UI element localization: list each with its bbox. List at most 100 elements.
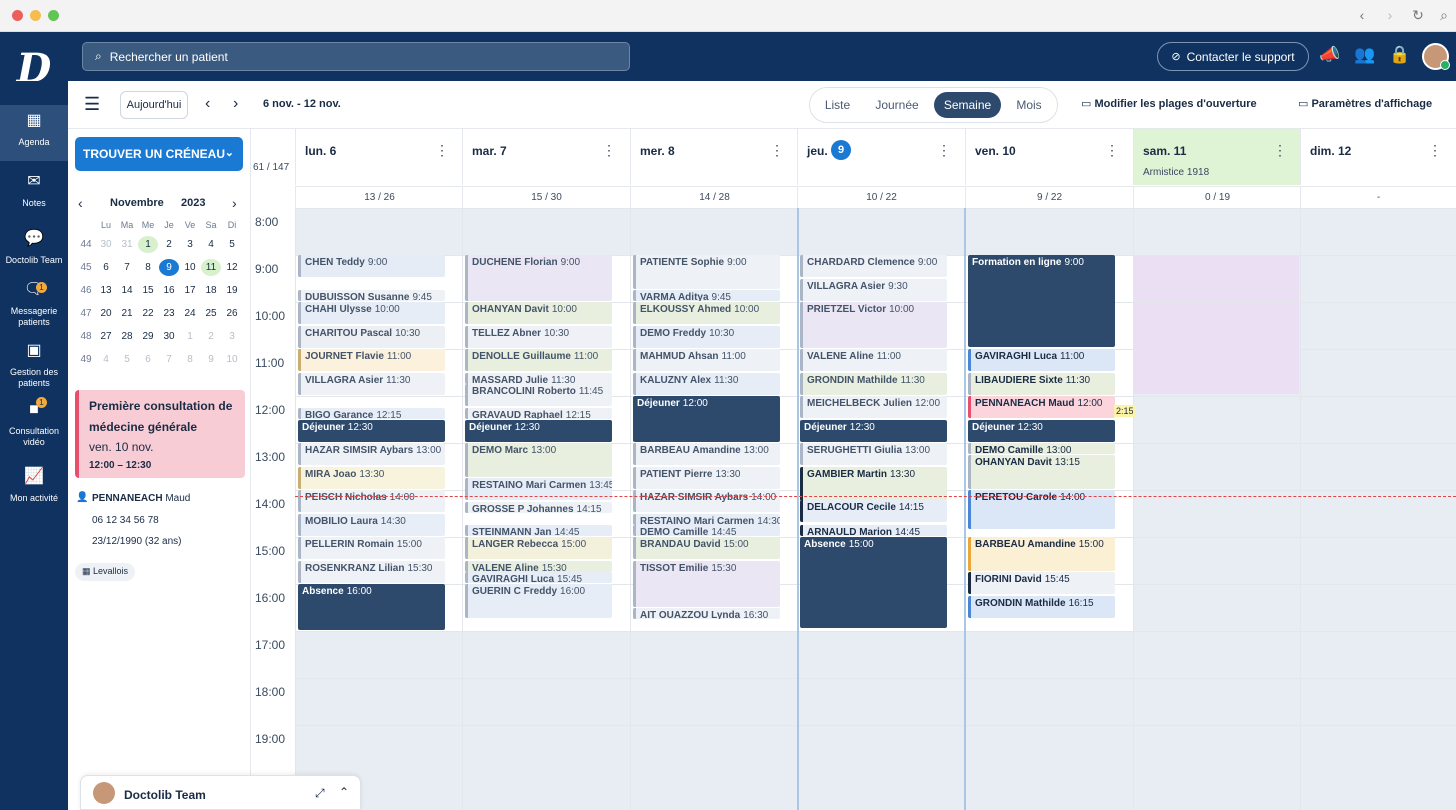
- appointment-block[interactable]: GAVIRAGHI Luca 15:45: [465, 572, 612, 584]
- mini-cal-day[interactable]: 31: [117, 236, 137, 253]
- appointment-block[interactable]: RESTAINO Mari Carmen 14:30: [633, 513, 780, 525]
- next-month-button[interactable]: ›: [232, 195, 237, 211]
- appointment-block[interactable]: FIORINI David 15:45: [968, 572, 1115, 595]
- appointment-block[interactable]: HAZAR SIMSIR Aybars 13:00: [298, 443, 445, 465]
- mini-cal-day[interactable]: 29: [138, 328, 158, 345]
- contact-support-button[interactable]: ⊘ Contacter le support: [1157, 42, 1309, 71]
- appointment-block[interactable]: MEICHELBECK Julien 12:00: [800, 396, 947, 418]
- appointment-block[interactable]: DEMO Camille 13:00: [968, 443, 1115, 454]
- mini-cal-day[interactable]: 10: [222, 351, 242, 368]
- mini-cal-day[interactable]: 14: [117, 282, 137, 299]
- lunch-block[interactable]: Déjeuner 12:00: [633, 396, 780, 442]
- lunch-block[interactable]: Déjeuner 12:30: [968, 419, 1115, 442]
- appointment-block[interactable]: GUERIN C Freddy 16:00: [465, 584, 612, 618]
- day-menu-icon[interactable]: ⋮: [435, 142, 449, 159]
- lock-icon[interactable]: 🔒: [1388, 45, 1412, 69]
- team-icon[interactable]: 👥: [1353, 45, 1377, 69]
- day-menu-icon[interactable]: ⋮: [602, 142, 616, 159]
- appointment-block[interactable]: VALENE Aline 15:30: [465, 560, 612, 572]
- search-icon[interactable]: ⌕: [1436, 7, 1452, 24]
- mini-cal-day[interactable]: 2: [159, 236, 179, 253]
- day-menu-icon[interactable]: ⋮: [937, 142, 951, 159]
- appointment-block[interactable]: MAHMUD Ahsan 11:00: [633, 349, 780, 371]
- mini-cal-day[interactable]: 6: [138, 351, 158, 368]
- lunch-block[interactable]: Déjeuner 12:30: [298, 419, 445, 442]
- appointment-block[interactable]: DEMO Freddy 10:30: [633, 325, 780, 348]
- mini-cal-day[interactable]: 8: [138, 259, 158, 276]
- appointment-block[interactable]: ELKOUSSY Ahmed 10:00: [633, 302, 780, 324]
- day-header[interactable]: lun. 6 ⋮: [295, 129, 463, 185]
- view-month-button[interactable]: Mois: [1006, 92, 1052, 118]
- mini-cal-day[interactable]: 28: [117, 328, 137, 345]
- display-settings-button[interactable]: ▭ Paramètres d'affichage: [1298, 97, 1432, 110]
- appointment-block[interactable]: PATIENT Pierre 13:30: [633, 466, 780, 489]
- open-slot-block[interactable]: [1134, 255, 1299, 394]
- appointment-block[interactable]: AIT OUAZZOU Lynda 16:30: [633, 607, 780, 619]
- view-week-button[interactable]: Semaine: [934, 92, 1001, 118]
- appointment-block[interactable]: ARNAULD Marion 14:45: [800, 525, 947, 537]
- day-header[interactable]: mer. 8 ⋮: [630, 129, 798, 185]
- mini-cal-day[interactable]: 11: [201, 259, 221, 276]
- appointment-block[interactable]: GAVIRAGHI Luca 11:00: [968, 349, 1115, 371]
- mini-cal-day[interactable]: 25: [201, 305, 221, 322]
- appointment-block[interactable]: LIBAUDIERE Sixte 11:30: [968, 372, 1115, 395]
- appointment-block[interactable]: OHANYAN Davit 10:00: [465, 302, 612, 324]
- next-week-button[interactable]: ›: [233, 95, 238, 113]
- appointment-block[interactable]: VILLAGRA Asier 11:30: [298, 372, 445, 395]
- absence-block[interactable]: Absence 16:00: [298, 584, 445, 630]
- sidebar-item-messagerie[interactable]: 🗨 Messagerie patients 1: [0, 282, 68, 328]
- absence-block[interactable]: Absence 15:00: [800, 537, 947, 628]
- appointment-block[interactable]: HAZAR SIMSIR Aybars 14:00: [633, 490, 780, 512]
- appointment-block[interactable]: JOURNET Flavie 11:00: [298, 349, 445, 371]
- appointment-block[interactable]: SERUGHETTI Giulia 13:00: [800, 443, 947, 465]
- mini-cal-day[interactable]: 19: [222, 282, 242, 299]
- mini-cal-day[interactable]: 13: [96, 282, 116, 299]
- mini-cal-day[interactable]: 4: [201, 236, 221, 253]
- sidebar-item-gestion-patients[interactable]: ▣ Gestion des patients: [0, 343, 68, 389]
- appointment-block[interactable]: BRANCOLINI Roberto 11:45: [465, 384, 612, 407]
- minimize-window-button[interactable]: [30, 10, 41, 21]
- prev-month-button[interactable]: ‹: [78, 195, 83, 211]
- forward-icon[interactable]: ›: [1382, 7, 1398, 23]
- mini-cal-day[interactable]: 26: [222, 305, 242, 322]
- mini-cal-day[interactable]: 3: [180, 236, 200, 253]
- appointment-block[interactable]: CHAHI Ulysse 10:00: [298, 302, 445, 324]
- day-menu-icon[interactable]: ⋮: [1428, 142, 1442, 159]
- appointment-block[interactable]: BRANDAU David 15:00: [633, 537, 780, 559]
- appointment-block[interactable]: TISSOT Emilie 15:30: [633, 560, 780, 607]
- day-header[interactable]: ven. 10 ⋮: [965, 129, 1133, 185]
- appointment-block[interactable]: CHEN Teddy 9:00: [298, 255, 445, 277]
- sidebar-item-agenda[interactable]: ▦ Agenda: [0, 105, 68, 161]
- appointment-block[interactable]: Formation en ligne 9:00: [968, 255, 1115, 347]
- team-chat-bar[interactable]: Doctolib Team ⤢ ⌃: [80, 775, 361, 810]
- patient-name[interactable]: PENNANEACH Maud: [92, 493, 190, 504]
- mini-cal-day[interactable]: 23: [159, 305, 179, 322]
- mini-cal-day[interactable]: 20: [96, 305, 116, 322]
- appointment-block[interactable]: PENNANEACH Maud 12:00: [968, 396, 1115, 418]
- appointment-block[interactable]: KALUZNY Alex 11:30: [633, 372, 780, 395]
- mini-cal-day[interactable]: 5: [222, 236, 242, 253]
- mini-cal-day[interactable]: 27: [96, 328, 116, 345]
- lunch-block[interactable]: Déjeuner 12:30: [800, 419, 947, 442]
- edit-hours-button[interactable]: ▭ Modifier les plages d'ouverture: [1081, 97, 1257, 110]
- appointment-block[interactable]: BARBEAU Amandine 13:00: [633, 443, 780, 465]
- appointment-block[interactable]: GROSSE P Johannes 14:15: [465, 501, 612, 513]
- view-day-button[interactable]: Journée: [866, 92, 928, 118]
- mini-cal-day[interactable]: 9: [159, 259, 179, 276]
- sidebar-item-notes[interactable]: ✉ Notes: [0, 174, 68, 209]
- appointment-block[interactable]: PEISCH Nicholas 14:00: [298, 490, 445, 512]
- appointment-block[interactable]: LANGER Rebecca 15:00: [465, 537, 612, 559]
- close-window-button[interactable]: [12, 10, 23, 21]
- mini-cal-day[interactable]: 17: [180, 282, 200, 299]
- mini-cal-day[interactable]: 6: [96, 259, 116, 276]
- appointment-block[interactable]: GRONDIN Mathilde 16:15: [968, 595, 1115, 618]
- mini-cal-day[interactable]: 24: [180, 305, 200, 322]
- today-button[interactable]: Aujourd'hui: [120, 91, 188, 119]
- mini-cal-day[interactable]: 7: [159, 351, 179, 368]
- megaphone-icon[interactable]: 📣: [1318, 45, 1342, 69]
- mini-cal-day[interactable]: 9: [201, 351, 221, 368]
- day-header[interactable]: mar. 7 ⋮: [462, 129, 630, 185]
- appointment-block[interactable]: VILLAGRA Asier 9:30: [800, 278, 947, 301]
- lunch-block[interactable]: Déjeuner 12:30: [465, 419, 612, 442]
- sidebar-item-doctolib-team[interactable]: 💬 Doctolib Team: [0, 231, 68, 266]
